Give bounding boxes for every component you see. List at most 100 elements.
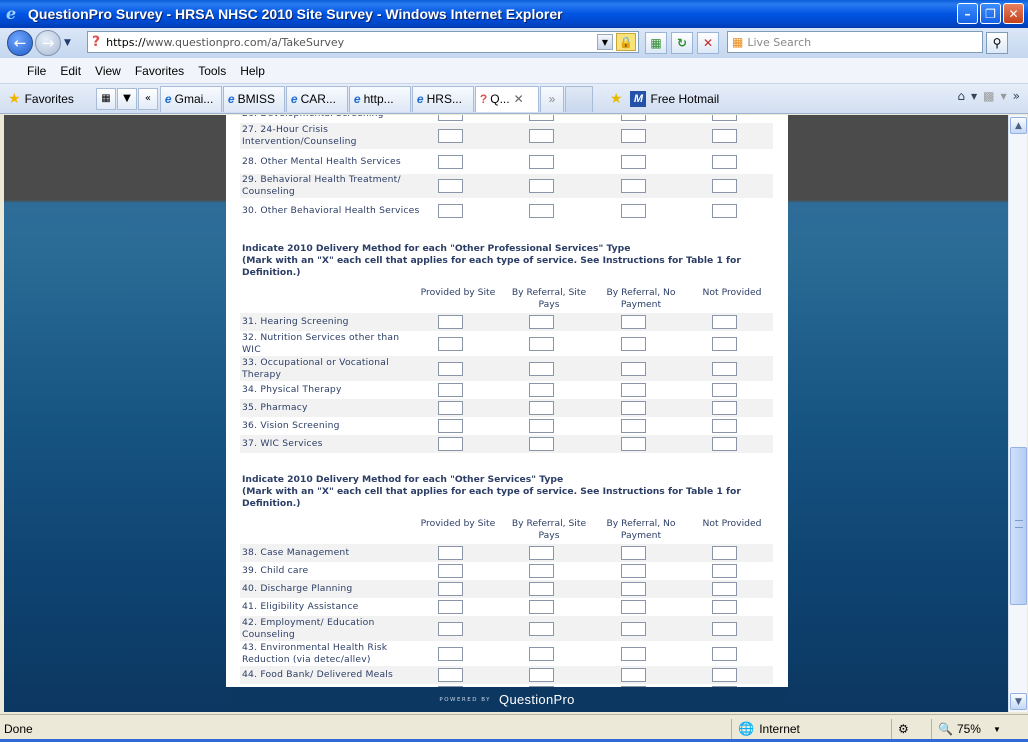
refresh-icon[interactable]: ↻ — [671, 32, 693, 54]
not-provided-checkbox[interactable] — [712, 179, 737, 193]
not-provided-checkbox[interactable] — [712, 154, 737, 169]
referral-no-payment-checkbox[interactable] — [621, 315, 646, 329]
not-provided-checkbox[interactable] — [712, 203, 737, 218]
referral-no-payment-checkbox[interactable] — [621, 437, 646, 451]
not-provided-checkbox[interactable] — [712, 336, 737, 351]
referral-site-pays-checkbox[interactable] — [529, 401, 554, 415]
referral-no-payment-checkbox[interactable] — [621, 383, 646, 397]
address-dropdown-icon[interactable]: ▼ — [597, 34, 613, 50]
scroll-down-arrow-icon[interactable]: ▼ — [1010, 693, 1027, 710]
minimize-button[interactable]: – — [957, 3, 978, 24]
address-bar[interactable]: ? https://www.questionpro.com/a/TakeSurv… — [87, 31, 639, 53]
questionpro-logo[interactable]: QuestionPro — [499, 692, 575, 707]
menu-view[interactable]: View — [90, 62, 126, 80]
tab-bmiss[interactable]: e BMISS — [222, 85, 285, 112]
provided-by-site-checkbox[interactable] — [438, 646, 463, 661]
zoom-control[interactable]: 🔍 75% ▼ — [931, 719, 1016, 739]
referral-site-pays-checkbox[interactable] — [529, 315, 554, 329]
referral-no-payment-checkbox[interactable] — [621, 336, 646, 351]
quick-tabs-icon[interactable]: ▦ — [95, 87, 116, 110]
referral-site-pays-checkbox[interactable] — [529, 179, 554, 193]
provided-by-site-checkbox[interactable] — [438, 546, 463, 560]
referral-site-pays-checkbox[interactable] — [529, 646, 554, 661]
feeds-icon[interactable]: ▩ — [983, 89, 994, 103]
provided-by-site-checkbox[interactable] — [438, 564, 463, 578]
provided-by-site-checkbox[interactable] — [438, 383, 463, 397]
referral-site-pays-checkbox[interactable] — [529, 115, 554, 121]
provided-by-site-checkbox[interactable] — [438, 401, 463, 415]
provided-by-site-checkbox[interactable] — [438, 129, 463, 143]
new-tab-button[interactable] — [564, 85, 593, 112]
tab-http[interactable]: e http... — [348, 85, 411, 112]
referral-no-payment-checkbox[interactable] — [621, 564, 646, 578]
referral-site-pays-checkbox[interactable] — [529, 154, 554, 169]
scroll-tabs-right-icon[interactable]: » — [539, 85, 564, 112]
not-provided-checkbox[interactable] — [712, 600, 737, 614]
referral-no-payment-checkbox[interactable] — [621, 621, 646, 636]
provided-by-site-checkbox[interactable] — [438, 419, 463, 433]
referral-no-payment-checkbox[interactable] — [621, 546, 646, 560]
menu-edit[interactable]: Edit — [55, 62, 86, 80]
not-provided-checkbox[interactable] — [712, 668, 737, 682]
referral-no-payment-checkbox[interactable] — [621, 668, 646, 682]
recent-pages-dropdown[interactable]: ▼ — [64, 38, 71, 48]
compatibility-view-icon[interactable]: ▦ — [645, 32, 667, 54]
referral-site-pays-checkbox[interactable] — [529, 437, 554, 451]
not-provided-checkbox[interactable] — [712, 419, 737, 433]
security-lock-icon[interactable]: 🔒 — [616, 33, 636, 51]
not-provided-checkbox[interactable] — [712, 383, 737, 397]
provided-by-site-checkbox[interactable] — [438, 621, 463, 636]
tab-car[interactable]: e CAR... — [285, 85, 348, 112]
provided-by-site-checkbox[interactable] — [438, 203, 463, 218]
provided-by-site-checkbox[interactable] — [438, 154, 463, 169]
referral-site-pays-checkbox[interactable] — [529, 600, 554, 614]
security-zone[interactable]: 🌐 Internet — [731, 719, 891, 739]
menu-favorites[interactable]: Favorites — [130, 62, 189, 80]
favorites-button[interactable]: ★ Favorites — [8, 90, 74, 107]
referral-site-pays-checkbox[interactable] — [529, 361, 554, 376]
referral-site-pays-checkbox[interactable] — [529, 668, 554, 682]
feeds-dropdown-icon[interactable]: ▼ — [1001, 92, 1007, 101]
provided-by-site-checkbox[interactable] — [438, 315, 463, 329]
not-provided-checkbox[interactable] — [712, 437, 737, 451]
not-provided-checkbox[interactable] — [712, 129, 737, 143]
provided-by-site-checkbox[interactable] — [438, 115, 463, 121]
stop-icon[interactable]: ✕ — [697, 32, 719, 54]
search-button[interactable]: ⚲ — [986, 32, 1008, 54]
tab-list-dropdown-icon[interactable]: ▼ — [116, 87, 137, 110]
referral-no-payment-checkbox[interactable] — [621, 361, 646, 376]
tab-questionpro[interactable]: ? Q... ✕ — [474, 85, 539, 112]
forward-button[interactable]: → — [35, 30, 61, 56]
not-provided-checkbox[interactable] — [712, 546, 737, 560]
referral-no-payment-checkbox[interactable] — [621, 115, 646, 121]
tab-hrs[interactable]: e HRS... — [411, 85, 474, 112]
url-text[interactable]: https://www.questionpro.com/a/TakeSurvey — [106, 36, 344, 49]
referral-no-payment-checkbox[interactable] — [621, 600, 646, 614]
provided-by-site-checkbox[interactable] — [438, 668, 463, 682]
provided-by-site-checkbox[interactable] — [438, 336, 463, 351]
referral-site-pays-checkbox[interactable] — [529, 129, 554, 143]
referral-no-payment-checkbox[interactable] — [621, 154, 646, 169]
provided-by-site-checkbox[interactable] — [438, 361, 463, 376]
referral-site-pays-checkbox[interactable] — [529, 546, 554, 560]
referral-site-pays-checkbox[interactable] — [529, 582, 554, 596]
not-provided-checkbox[interactable] — [712, 621, 737, 636]
referral-site-pays-checkbox[interactable] — [529, 419, 554, 433]
vertical-scrollbar[interactable]: ▲ ▼ — [1008, 115, 1027, 712]
free-hotmail-link[interactable]: ★ M Free Hotmail — [610, 90, 719, 107]
menu-file[interactable]: File — [22, 62, 51, 80]
referral-no-payment-checkbox[interactable] — [621, 129, 646, 143]
referral-site-pays-checkbox[interactable] — [529, 203, 554, 218]
referral-site-pays-checkbox[interactable] — [529, 564, 554, 578]
close-window-button[interactable]: ✕ — [1003, 3, 1024, 24]
provided-by-site-checkbox[interactable] — [438, 437, 463, 451]
not-provided-checkbox[interactable] — [712, 401, 737, 415]
referral-no-payment-checkbox[interactable] — [621, 401, 646, 415]
scroll-up-arrow-icon[interactable]: ▲ — [1010, 117, 1027, 134]
add-favorite-icon[interactable]: ★ — [610, 90, 623, 107]
provided-by-site-checkbox[interactable] — [438, 600, 463, 614]
menu-help[interactable]: Help — [235, 62, 270, 80]
referral-site-pays-checkbox[interactable] — [529, 336, 554, 351]
home-icon[interactable]: ⌂ — [957, 89, 965, 103]
not-provided-checkbox[interactable] — [712, 115, 737, 121]
